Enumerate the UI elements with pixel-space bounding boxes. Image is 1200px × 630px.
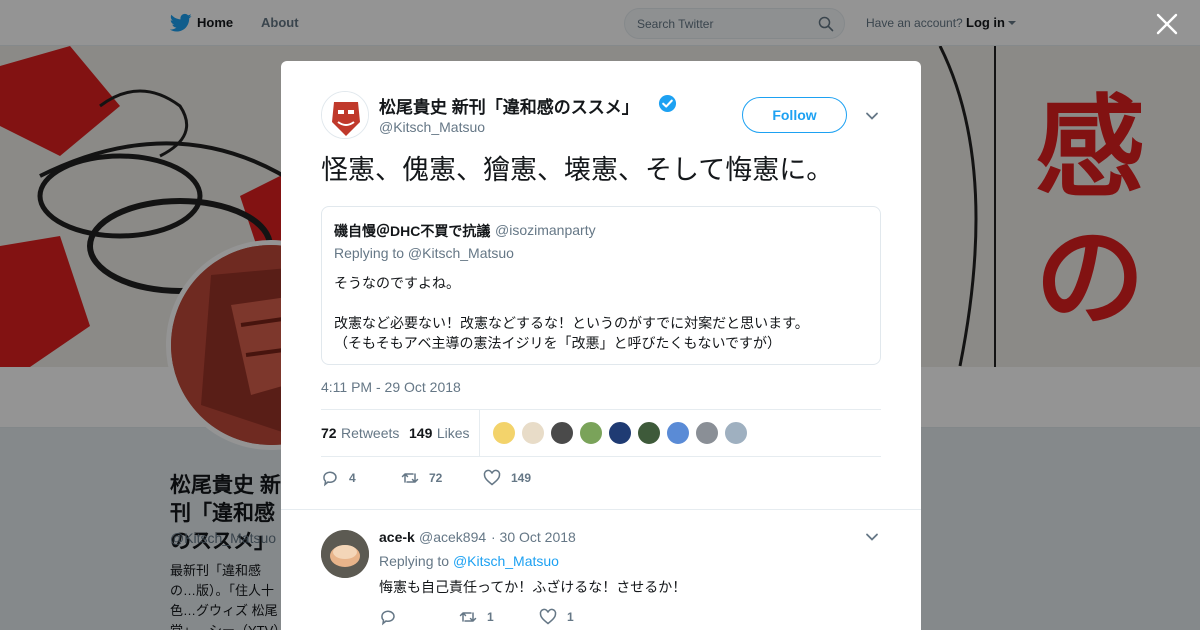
liker-avatar[interactable]: [492, 421, 516, 445]
liker-avatar[interactable]: [637, 421, 661, 445]
reply-author-name[interactable]: ace-k: [379, 529, 415, 545]
reply-button[interactable]: 4: [321, 466, 356, 490]
chevron-down-icon[interactable]: [865, 109, 879, 123]
reply-retweet-count: 1: [487, 610, 494, 624]
likes-count: 149: [409, 425, 433, 441]
tweet-timestamp[interactable]: 4:11 PM - 29 Oct 2018: [321, 379, 461, 395]
liker-avatar[interactable]: [608, 421, 632, 445]
quoted-author-name: 磯自慢＠DHC不買で抗議: [334, 223, 491, 239]
liker-avatar[interactable]: [695, 421, 719, 445]
retweets-stat[interactable]: 72 Retweets: [321, 425, 399, 443]
replying-prefix: Replying to: [379, 553, 450, 569]
retweet-button[interactable]: 1: [459, 605, 494, 629]
reply-author-avatar[interactable]: [321, 530, 369, 578]
reply-icon: [323, 471, 337, 487]
close-icon[interactable]: [1155, 12, 1179, 36]
retweets-label: Retweets: [341, 425, 400, 441]
replying-handle-link[interactable]: @Kitsch_Matsuo: [453, 553, 559, 569]
author-avatar[interactable]: [321, 91, 369, 139]
reply-icon: [381, 610, 395, 626]
chevron-down-icon[interactable]: [865, 530, 879, 544]
reply-author-handle[interactable]: @acek894: [419, 529, 486, 545]
reply-date[interactable]: · 30 Oct 2018: [491, 529, 576, 545]
tweet-stats: 72 Retweets 149 Likes: [321, 409, 881, 457]
likes-stat[interactable]: 149 Likes: [409, 425, 470, 443]
retweets-count: 72: [321, 425, 337, 441]
author-handle[interactable]: @Kitsch_Matsuo: [379, 119, 485, 135]
author-name[interactable]: 松尾貴史 新刊「違和感のススメ」: [379, 93, 639, 118]
liker-avatar[interactable]: [521, 421, 545, 445]
retweet-count: 72: [429, 471, 443, 485]
heart-icon: [539, 608, 557, 625]
liker-avatar[interactable]: [666, 421, 690, 445]
quoted-author-handle: @isozimanparty: [495, 222, 596, 238]
quoted-replying-to: Replying to @Kitsch_Matsuo: [334, 245, 514, 261]
verified-badge-icon: [658, 94, 677, 113]
tweet-text: 怪憲、傀憲、獪憲、壊憲、そして悔憲に。: [321, 155, 834, 185]
reply-text: 悔憲も自己責任ってか！ふざけるな！させるか！: [379, 579, 687, 595]
liker-avatar[interactable]: [550, 421, 574, 445]
tweet-modal: 松尾貴史 新刊「違和感のススメ」 @Kitsch_Matsuo Follow 怪…: [281, 61, 921, 630]
reply-button[interactable]: [379, 605, 407, 629]
reply-like-count: 1: [567, 610, 574, 624]
stats-divider: [479, 410, 480, 456]
reply-actions: 1 1: [379, 605, 879, 626]
quoted-tweet[interactable]: 磯自慢＠DHC不買で抗議 @isozimanparty Replying to …: [321, 206, 881, 365]
divider: [281, 509, 921, 510]
like-button[interactable]: 1: [539, 605, 574, 629]
like-button[interactable]: 149: [483, 466, 531, 490]
like-count: 149: [511, 471, 532, 485]
follow-button[interactable]: Follow: [742, 97, 847, 133]
liker-avatar[interactable]: [579, 421, 603, 445]
reply-replying-to: Replying to @Kitsch_Matsuo: [379, 553, 559, 569]
retweet-icon: [401, 473, 419, 483]
quoted-tweet-text: そうなのですよね。 改憲など必要ない！改憲などするな！というのがすでに対案だと思…: [334, 275, 809, 351]
reply-count: 4: [349, 471, 356, 485]
retweet-icon: [459, 612, 477, 622]
likes-label: Likes: [436, 425, 470, 441]
retweet-button[interactable]: 72: [401, 466, 442, 490]
liker-avatar[interactable]: [724, 421, 748, 445]
heart-icon: [483, 469, 501, 486]
tweet-actions: 4 72 149: [321, 466, 881, 490]
